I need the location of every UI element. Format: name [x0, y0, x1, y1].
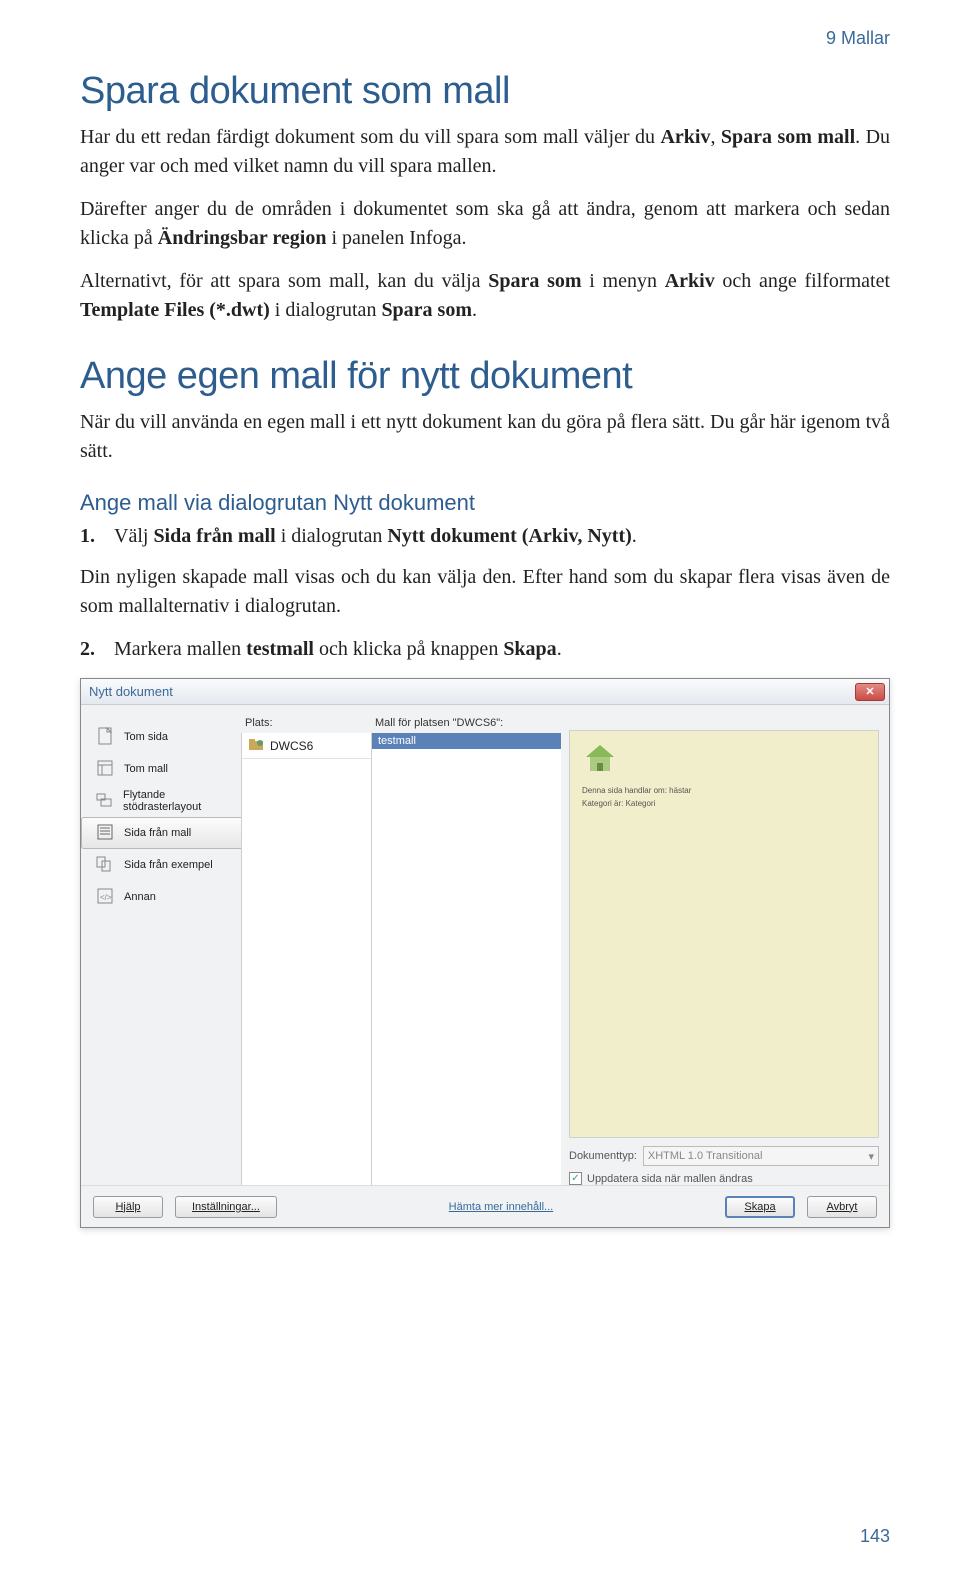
preview-text: Denna sida handlar om: hästar Kategori ä…: [582, 785, 691, 811]
sidebar-item-blank-page[interactable]: Tom sida: [81, 721, 241, 753]
doctype-select[interactable]: XHTML 1.0 Transitional ▾: [643, 1146, 879, 1166]
section2-paragraph-1: När du vill använda en egen mall i ett n…: [80, 408, 890, 466]
update-checkbox-row[interactable]: ✓ Uppdatera sida när mallen ändras: [569, 1172, 879, 1185]
step-text-2: Markera mallen testmall och klicka på kn…: [114, 635, 890, 664]
sidebar-item-label: Annan: [124, 891, 156, 903]
section1-paragraph-2: Därefter anger du de områden i dokumente…: [80, 195, 890, 253]
template-preview: Denna sida handlar om: hästar Kategori ä…: [569, 730, 879, 1138]
svg-text:</>: </>: [100, 893, 112, 902]
step-list-1: 1. Välj Sida från mall i dialogrutan Nyt…: [80, 522, 890, 551]
close-icon: ✕: [865, 685, 874, 698]
sidebar-item-fluid-grid[interactable]: Flytande stödrasterlayout: [81, 785, 241, 817]
code-icon: </>: [94, 887, 116, 907]
section2-paragraph-2: Din nyligen skapade mall visas och du ka…: [80, 563, 890, 621]
section2-subheading: Ange mall via dialogrutan Nytt dokument: [80, 490, 890, 516]
get-more-link[interactable]: Hämta mer innehåll...: [449, 1201, 554, 1213]
sidebar-item-label: Flytande stödrasterlayout: [123, 789, 241, 813]
section1-paragraph-1: Har du ett redan färdigt dokument som du…: [80, 123, 890, 181]
page-icon: [94, 727, 116, 747]
update-label: Uppdatera sida när mallen ändras: [587, 1173, 753, 1185]
sidebar-item-label: Tom sida: [124, 731, 168, 743]
doctype-label: Dokumenttyp:: [569, 1150, 637, 1162]
template-list[interactable]: testmall: [372, 733, 561, 1185]
sample-icon: [94, 855, 116, 875]
settings-button[interactable]: Inställningar...: [175, 1196, 277, 1218]
template-item-selected[interactable]: testmall: [372, 733, 561, 749]
sidebar-item-label: Sida från mall: [124, 827, 191, 839]
close-button[interactable]: ✕: [855, 683, 885, 701]
template-icon: [94, 759, 116, 779]
dialog-footer: Hjälp Inställningar... Hämta mer innehål…: [81, 1185, 889, 1227]
house-icon: [582, 743, 618, 773]
sidebar-item-page-from-template[interactable]: Sida från mall: [81, 817, 241, 849]
site-name: DWCS6: [270, 739, 313, 753]
checkbox-icon: ✓: [569, 1172, 582, 1185]
site-column-label: Plats:: [241, 715, 371, 733]
sidebar-item-other[interactable]: </> Annan: [81, 881, 241, 913]
section2-title: Ange egen mall för nytt dokument: [80, 355, 890, 398]
site-folder-icon: [248, 737, 264, 754]
chapter-header: 9 Mallar: [826, 28, 890, 49]
new-document-dialog: Nytt dokument ✕ Tom sida Tom mall: [80, 678, 890, 1228]
sidebar-item-blank-template[interactable]: Tom mall: [81, 753, 241, 785]
section1-title: Spara dokument som mall: [80, 70, 890, 113]
step-number-2: 2.: [80, 635, 114, 664]
help-button[interactable]: Hjälp: [93, 1196, 163, 1218]
dialog-titlebar: Nytt dokument ✕: [81, 679, 889, 705]
dialog-title: Nytt dokument: [89, 684, 173, 699]
section1-paragraph-3: Alternativt, för att spara som mall, kan…: [80, 267, 890, 325]
sidebar-item-label: Sida från exempel: [124, 859, 213, 871]
doctype-row: Dokumenttyp: XHTML 1.0 Transitional ▾: [569, 1146, 879, 1166]
sidebar-item-page-from-sample[interactable]: Sida från exempel: [81, 849, 241, 881]
template-column-label: Mall för platsen "DWCS6":: [371, 715, 561, 733]
step-number-1: 1.: [80, 522, 114, 551]
step-list-2: 2. Markera mallen testmall och klicka på…: [80, 635, 890, 664]
sidebar-item-label: Tom mall: [124, 763, 168, 775]
page-number: 143: [860, 1526, 890, 1547]
step-text-1: Välj Sida från mall i dialogrutan Nytt d…: [114, 522, 890, 551]
dialog-sidebar: Tom sida Tom mall Flytande stödrasterlay…: [81, 715, 241, 1185]
create-button[interactable]: Skapa: [725, 1196, 795, 1218]
site-item[interactable]: DWCS6: [242, 733, 371, 759]
cancel-button[interactable]: Avbryt: [807, 1196, 877, 1218]
fluid-grid-icon: [94, 791, 115, 811]
page-from-template-icon: [94, 823, 116, 843]
chevron-down-icon: ▾: [868, 1150, 874, 1163]
